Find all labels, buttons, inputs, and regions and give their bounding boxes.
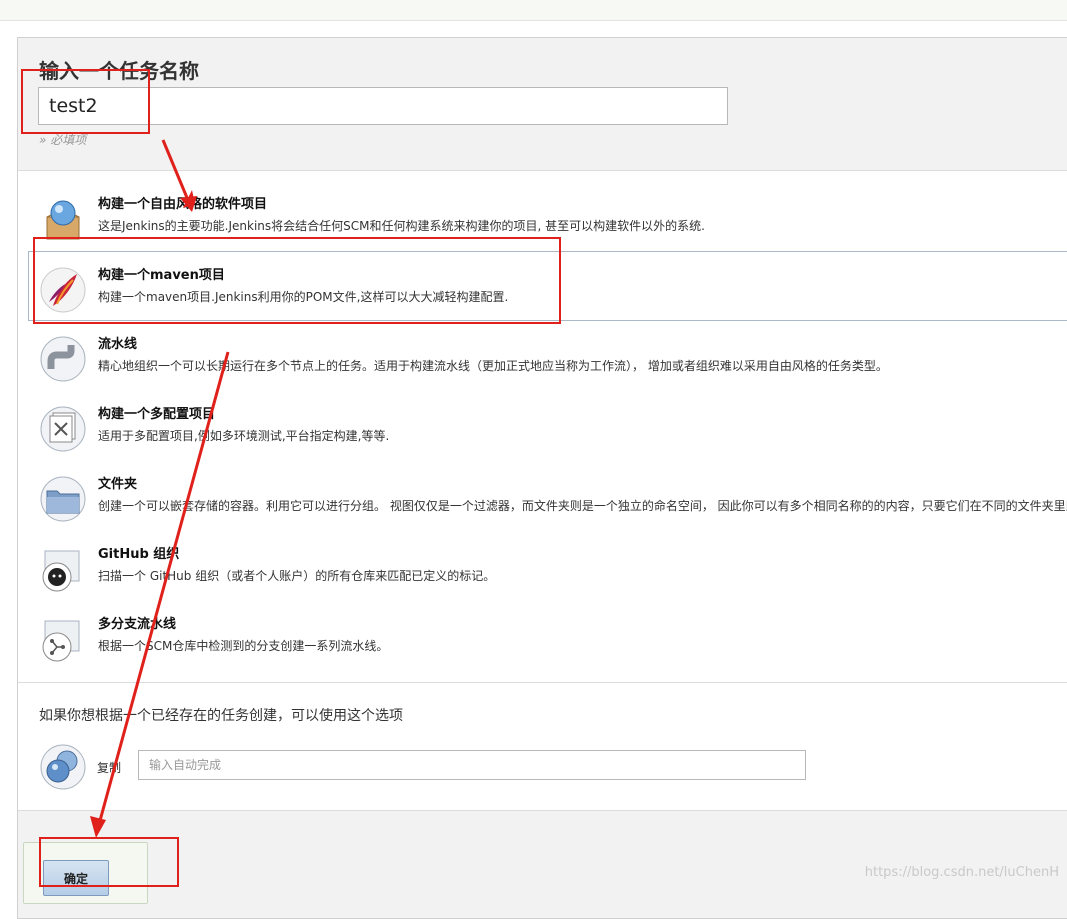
item-title: 构建一个maven项目 <box>98 268 225 283</box>
item-desc: 创建一个可以嵌套存储的容器。利用它可以进行分组。 视图仅仅是一个过滤器，而文件夹… <box>98 499 1067 513</box>
required-hint: » 必填项 <box>39 133 87 147</box>
item-multibranch-pipeline[interactable]: 多分支流水线 根据一个SCM仓库中检测到的分支创建一系列流水线。 <box>18 601 1067 671</box>
item-title: 文件夹 <box>98 477 138 492</box>
item-title: GitHub 组织 <box>98 547 180 562</box>
folder-icon <box>40 476 86 522</box>
top-bar <box>0 0 1067 21</box>
item-desc: 适用于多配置项目,例如多环境测试,平台指定构建,等等. <box>98 429 390 443</box>
github-organization-icon <box>42 550 80 592</box>
name-section: 输入一个任务名称 » 必填项 <box>18 38 1067 171</box>
new-item-panel: 输入一个任务名称 » 必填项 构建一个自由风格的软件项目 这是Jenkins的主… <box>17 37 1067 919</box>
item-desc: 根据一个SCM仓库中检测到的分支创建一系列流水线。 <box>98 639 389 653</box>
item-title: 构建一个多配置项目 <box>98 407 216 422</box>
item-desc: 构建一个maven项目.Jenkins利用你的POM文件,这样可以大大减轻构建配… <box>98 290 509 304</box>
form-title: 输入一个任务名称 <box>39 59 199 83</box>
multi-config-project-icon <box>40 406 86 452</box>
copy-icon <box>40 744 86 790</box>
pipeline-icon <box>40 336 86 382</box>
item-maven[interactable]: 构建一个maven项目 构建一个maven项目.Jenkins利用你的POM文件… <box>28 251 1067 321</box>
copy-label: 如果你想根据一个已经存在的任务创建，可以使用这个选项 <box>39 708 403 724</box>
copy-section: 如果你想根据一个已经存在的任务创建，可以使用这个选项 复制 <box>18 682 1067 811</box>
ok-button[interactable]: 确定 <box>43 860 109 896</box>
watermark: https://blog.csdn.net/luChenH <box>864 865 1059 880</box>
item-freestyle[interactable]: 构建一个自由风格的软件项目 这是Jenkins的主要功能.Jenkins将会结合… <box>18 181 1067 251</box>
multibranch-pipeline-icon <box>42 620 80 662</box>
copy-text: 复制 <box>97 761 122 775</box>
item-desc: 这是Jenkins的主要功能.Jenkins将会结合任何SCM和任何构建系统来构… <box>98 219 705 233</box>
item-github-org[interactable]: GitHub 组织 扫描一个 GitHub 组织（或者个人账户）的所有仓库来匹配… <box>18 531 1067 601</box>
item-desc: 扫描一个 GitHub 组织（或者个人账户）的所有仓库来匹配已定义的标记。 <box>98 569 496 583</box>
item-title: 多分支流水线 <box>98 617 177 632</box>
copy-from-input[interactable] <box>138 750 806 780</box>
freestyle-project-icon <box>46 200 80 240</box>
item-multi-config[interactable]: 构建一个多配置项目 适用于多配置项目,例如多环境测试,平台指定构建,等等. <box>18 391 1067 461</box>
item-name-input[interactable] <box>38 87 728 125</box>
maven-feather-icon <box>40 267 86 313</box>
item-desc: 精心地组织一个可以长期运行在多个节点上的任务。适用于构建流水线（更加正式地应当称… <box>98 359 888 373</box>
item-pipeline[interactable]: 流水线 精心地组织一个可以长期运行在多个节点上的任务。适用于构建流水线（更加正式… <box>18 321 1067 391</box>
item-title: 流水线 <box>98 337 138 352</box>
item-folder[interactable]: 文件夹 创建一个可以嵌套存储的容器。利用它可以进行分组。 视图仅仅是一个过滤器，… <box>18 461 1067 531</box>
item-title: 构建一个自由风格的软件项目 <box>98 197 268 212</box>
